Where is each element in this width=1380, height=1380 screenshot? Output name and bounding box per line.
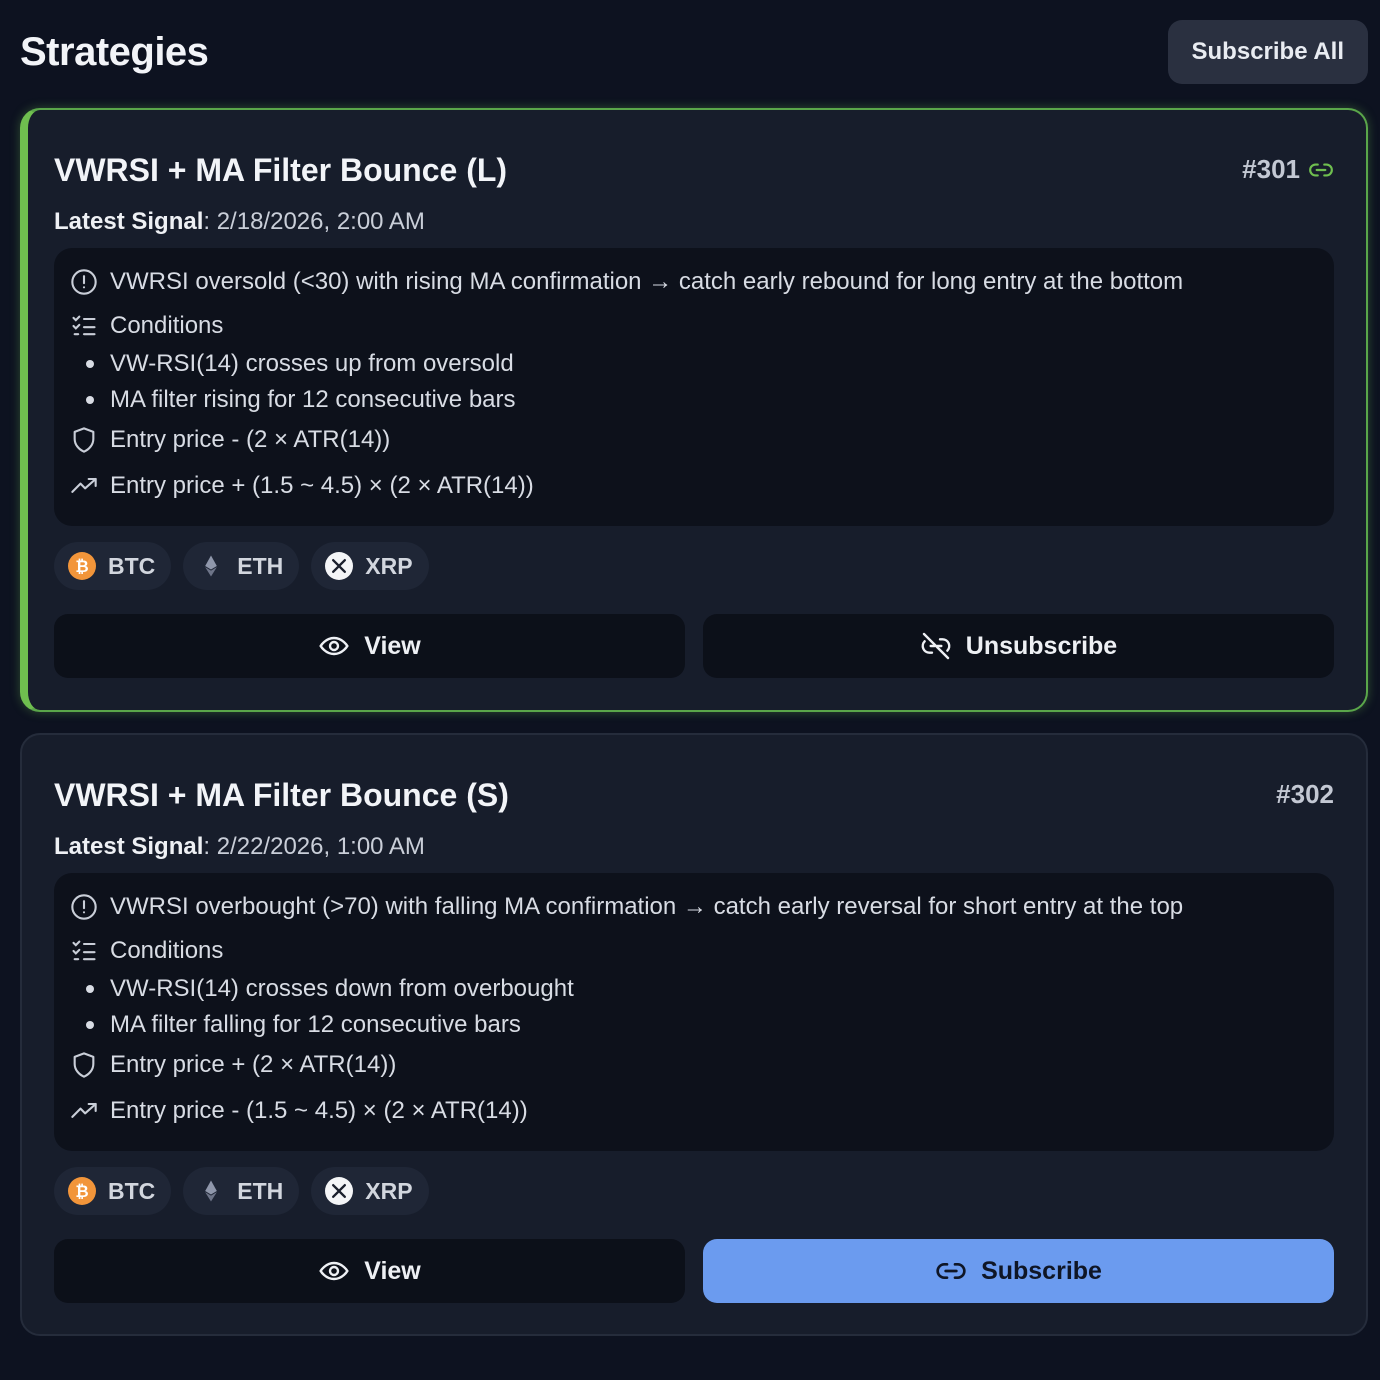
view-button-label: View — [364, 631, 421, 660]
strategy-id-label: #302 — [1276, 779, 1334, 809]
checklist-icon — [70, 937, 98, 965]
signal-label: Latest Signal — [54, 208, 204, 235]
view-button-label: View — [364, 1256, 421, 1285]
coin-chip-xrp[interactable]: XRP — [311, 542, 429, 590]
eth-icon — [197, 552, 225, 580]
take-profit-row: Entry price - (1.5 ~ 4.5) × (2 × ATR(14)… — [70, 1097, 528, 1125]
trending-up-icon — [70, 472, 98, 500]
coin-label: ETH — [237, 552, 284, 579]
trending-up-icon — [70, 1097, 98, 1125]
strategy-id-label: #301 — [1242, 154, 1300, 184]
latest-signal: Latest Signal: 2/18/2026, 2:00 AM — [54, 208, 425, 236]
coin-label: XRP — [365, 552, 413, 579]
link-icon — [935, 1255, 967, 1287]
take-profit-text: Entry price - (1.5 ~ 4.5) × (2 × ATR(14)… — [110, 1097, 528, 1124]
condition-item: MA filter falling for 12 consecutive bar… — [86, 1011, 521, 1039]
link-icon — [1308, 157, 1334, 183]
condition-text: MA filter rising for 12 consecutive bars — [110, 386, 516, 413]
view-button[interactable]: View — [54, 614, 685, 678]
signal-value: : 2/22/2026, 1:00 AM — [203, 833, 425, 860]
condition-text: VW-RSI(14) crosses up from oversold — [110, 350, 514, 377]
subscribe-button[interactable]: Subscribe — [703, 1239, 1334, 1303]
card-actions: View Unsubscribe — [54, 614, 1334, 678]
condition-item: VW-RSI(14) crosses down from overbought — [86, 975, 574, 1003]
info-icon — [70, 893, 98, 921]
svg-text:₿: ₿ — [75, 1182, 88, 1201]
btc-icon: ₿ — [68, 1177, 96, 1205]
condition-text: MA filter falling for 12 consecutive bar… — [110, 1011, 521, 1038]
condition-item: VW-RSI(14) crosses up from oversold — [86, 350, 514, 378]
strategy-card: VWRSI + MA Filter Bounce (L) #301 Latest… — [20, 108, 1368, 712]
coin-chip-xrp[interactable]: XRP — [311, 1167, 429, 1215]
description-row: VWRSI oversold (<30) with rising MA conf… — [70, 268, 1183, 296]
take-profit-row: Entry price + (1.5 ~ 4.5) × (2 × ATR(14)… — [70, 472, 534, 500]
strategy-details: VWRSI overbought (>70) with falling MA c… — [54, 873, 1334, 1151]
conditions-label: Conditions — [110, 937, 224, 964]
description-text: VWRSI overbought (>70) with falling MA c… — [110, 893, 1184, 920]
coin-label: ETH — [237, 1177, 284, 1204]
stop-loss-row: Entry price + (2 × ATR(14)) — [70, 1051, 396, 1079]
coin-label: XRP — [365, 1177, 413, 1204]
take-profit-text: Entry price + (1.5 ~ 4.5) × (2 × ATR(14)… — [110, 472, 534, 499]
condition-item: MA filter rising for 12 consecutive bars — [86, 386, 516, 414]
coin-label: BTC — [108, 1177, 156, 1204]
coin-list: ₿ BTC ETH XRP — [54, 1167, 429, 1215]
signal-label: Latest Signal — [54, 833, 204, 860]
xrp-icon — [325, 552, 354, 580]
stop-loss-text: Entry price - (2 × ATR(14)) — [110, 426, 391, 453]
stop-loss-row: Entry price - (2 × ATR(14)) — [70, 426, 390, 454]
coin-list: ₿ BTC ETH XRP — [54, 542, 429, 590]
coin-chip-btc[interactable]: ₿ BTC — [54, 1167, 172, 1215]
checklist-icon — [70, 312, 98, 340]
unsubscribe-button-label: Unsubscribe — [965, 631, 1118, 660]
eye-icon — [318, 1255, 350, 1287]
strategy-id[interactable]: #301 — [1242, 154, 1334, 185]
card-actions: View Subscribe — [54, 1239, 1334, 1303]
header: Strategies Subscribe All — [20, 20, 1368, 84]
condition-text: VW-RSI(14) crosses down from overbought — [110, 975, 574, 1002]
coin-chip-eth[interactable]: ETH — [183, 1167, 300, 1215]
latest-signal: Latest Signal: 2/22/2026, 1:00 AM — [54, 833, 425, 861]
btc-icon: ₿ — [68, 552, 96, 580]
description-row: VWRSI overbought (>70) with falling MA c… — [70, 893, 1183, 921]
coin-chip-btc[interactable]: ₿ BTC — [54, 542, 172, 590]
conditions-row: Conditions — [70, 937, 223, 965]
subscribe-button-label: Subscribe — [981, 1256, 1102, 1285]
unsubscribe-button[interactable]: Unsubscribe — [703, 614, 1334, 678]
conditions-row: Conditions — [70, 312, 223, 340]
view-button[interactable]: View — [54, 1239, 685, 1303]
description-text: VWRSI oversold (<30) with rising MA conf… — [110, 268, 1184, 295]
unlink-icon — [920, 630, 952, 662]
conditions-label: Conditions — [110, 312, 224, 339]
info-icon — [70, 268, 98, 296]
strategy-id: #302 — [1276, 779, 1334, 810]
page-title: Strategies — [20, 29, 209, 74]
subscribe-all-button[interactable]: Subscribe All — [1167, 20, 1368, 84]
svg-text:₿: ₿ — [75, 557, 88, 576]
strategy-card: VWRSI + MA Filter Bounce (S) #302 Latest… — [20, 733, 1368, 1336]
strategy-title: VWRSI + MA Filter Bounce (S) — [54, 777, 509, 813]
stop-loss-text: Entry price + (2 × ATR(14)) — [110, 1051, 397, 1078]
xrp-icon — [325, 1177, 354, 1205]
eth-icon — [197, 1177, 225, 1205]
strategy-details: VWRSI oversold (<30) with rising MA conf… — [54, 248, 1334, 526]
shield-icon — [70, 426, 98, 454]
coin-chip-eth[interactable]: ETH — [183, 542, 300, 590]
strategy-title: VWRSI + MA Filter Bounce (L) — [54, 152, 508, 188]
eye-icon — [318, 630, 350, 662]
coin-label: BTC — [108, 552, 156, 579]
signal-value: : 2/18/2026, 2:00 AM — [203, 208, 425, 235]
shield-icon — [70, 1051, 98, 1079]
